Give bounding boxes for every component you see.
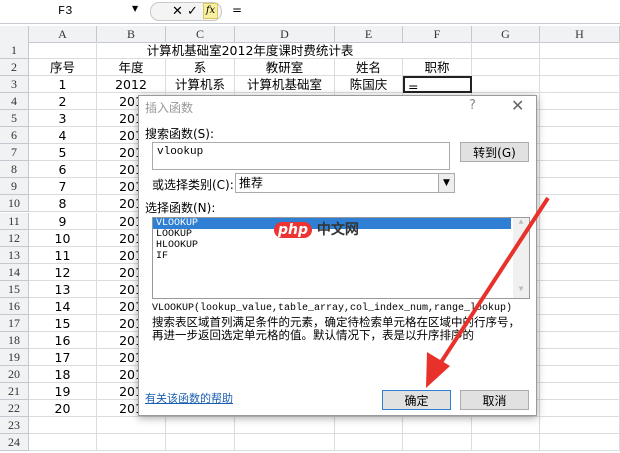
arrow-shaft [434, 196, 550, 372]
red-arrow-annotation [426, 196, 550, 388]
